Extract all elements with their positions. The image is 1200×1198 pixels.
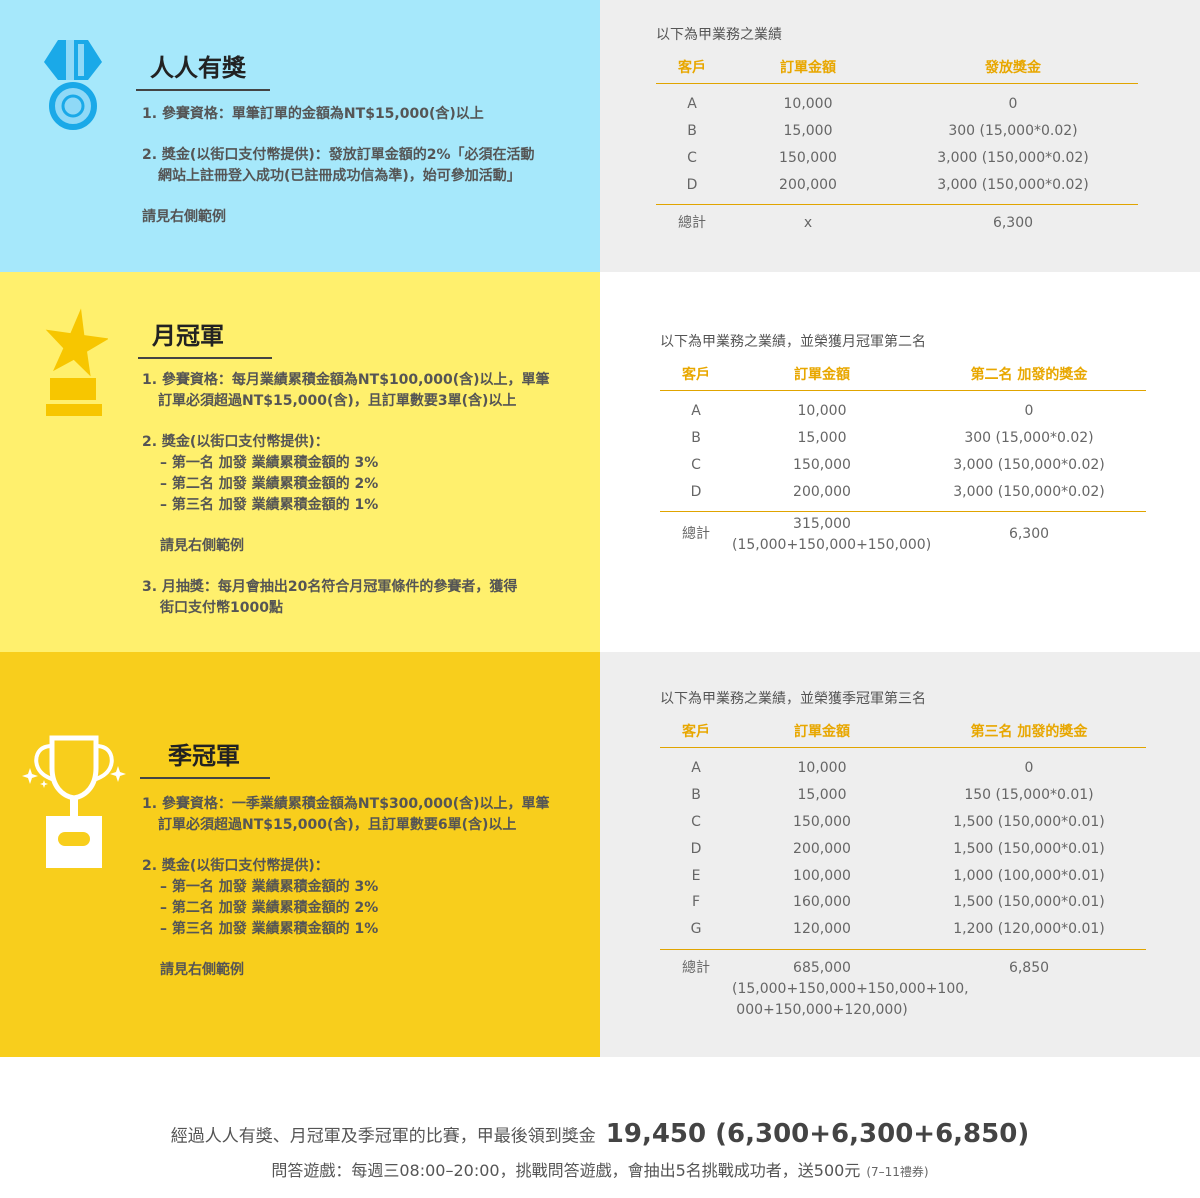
table-row: B 15,000 150 (15,000*0.01): [691, 787, 1094, 804]
summary-footer: 經過人人有獎、月冠軍及季冠軍的比賽，甲最後領到獎金 19,450 (6,300+6…: [0, 1057, 1200, 1198]
rule-lottery: 3. 月抽獎：每月會抽出20名符合月冠軍條件的參賽者，獲得 街口支付幣1000點: [142, 579, 518, 616]
col-header-bonus: 第三名 加發的獎金: [970, 724, 1088, 740]
col-header-amount: 訂單金額: [780, 60, 836, 76]
col-header-customer: 客戶: [678, 60, 706, 76]
rule-bonus: 2. 獎金(以街口支付幣提供)： – 第一名 加發 業績累積金額的 3% – 第…: [142, 434, 379, 513]
table-body: A 10,000 0 B 15,000 300 (15,000*0.02) C 150,0…: [656, 84, 1138, 206]
table-row: A 10,000 0: [687, 96, 1018, 113]
table-body: A 10,000 0 B 15,000 300 (15,000*0.02) C 150,0…: [660, 391, 1146, 513]
section-everyone-wins: 人人有獎 1. 參賽資格：單筆訂單的金額為NT$15,000(含)以上 2. 獎…: [0, 0, 1200, 272]
summary-amount: 19,450 (6,300+6,300+6,850): [605, 1119, 1030, 1149]
rule-eligibility: 1. 參賽資格：一季業績累積金額為NT$300,000(含)以上，單筆 訂單必須…: [142, 796, 550, 833]
summary-line: 經過人人有獎、月冠軍及季冠軍的比賽，甲最後領到獎金 19,450 (6,300+6…: [0, 1119, 1200, 1149]
section-season-champion-rules-panel: 季冠軍 1. 參賽資格：一季業績累積金額為NT$300,000(含)以上，單筆 …: [0, 652, 600, 1057]
table-total-row: 總計 x 6,300: [678, 215, 1034, 232]
col-header-amount: 訂單金額: [794, 724, 850, 740]
table-body: A 10,000 0 B 15,000 150 (15,000*0.01) C 150,0…: [660, 748, 1146, 950]
section-title: 月冠軍: [138, 316, 272, 359]
section-monthly-champion-rules-panel: 月冠軍 1. 參賽資格：每月業績累積金額為NT$100,000(含)以上，單筆 …: [0, 272, 600, 652]
table-row: F 160,000 1,500 (150,000*0.01): [691, 894, 1105, 911]
table-total-row: 總計 685,000 (15,000+150,000+150,000+100, …: [682, 959, 1050, 1018]
table-row: B 15,000 300 (15,000*0.02): [691, 430, 1094, 447]
table-row: B 15,000 300 (15,000*0.02): [687, 123, 1078, 140]
section-season-champion-example-panel: 以下為甲業務之業績，並榮獲季冠軍第三名 客戶 訂單金額 第三名 加發的獎金 A1…: [600, 652, 1200, 1057]
col-header-amount: 訂單金額: [794, 367, 850, 383]
table-row: G 120,000 1,200 (120,000*0.01): [690, 921, 1105, 938]
table-total-row: 總計 315,000 (15,000+150,000+150,000) 6,30…: [682, 516, 1050, 554]
col-header-customer: 客戶: [682, 724, 710, 740]
medal-icon: [44, 40, 102, 130]
rule-eligibility: 1. 參賽資格：每月業績累積金額為NT$100,000(含)以上，單筆 訂單必須…: [142, 372, 550, 409]
rule-bonus: 2. 獎金(以街口支付幣提供)： – 第一名 加發 業績累積金額的 3% – 第…: [142, 858, 379, 937]
rules-text: 1. 參賽資格：一季業績累積金額為NT$300,000(含)以上，單筆 訂單必須…: [142, 794, 550, 981]
table-row: D 200,000 3,000 (150,000*0.02): [690, 483, 1105, 500]
quiz-text: 問答遊戲：每週三08:00–20:00，挑戰問答遊戲，會抽出5名挑戰成功者，送5…: [271, 1161, 861, 1180]
table-row: A 10,000 0: [691, 760, 1034, 777]
see-example-note: 請見右側範例: [160, 962, 244, 978]
table-caption: 以下為甲業務之業績，並榮獲月冠軍第二名: [660, 334, 926, 350]
table-caption: 以下為甲業務之業績: [656, 27, 782, 43]
section-title: 人人有獎: [136, 48, 270, 91]
rules-text: 1. 參賽資格：每月業績累積金額為NT$100,000(含)以上，單筆 訂單必須…: [142, 370, 550, 619]
table-row: E 100,000 1,000 (100,000*0.01): [691, 867, 1105, 884]
summary-text: 經過人人有獎、月冠軍及季冠軍的比賽，甲最後領到獎金: [170, 1126, 596, 1147]
section-everyone-wins-rules-panel: 人人有獎 1. 參賽資格：單筆訂單的金額為NT$15,000(含)以上 2. 獎…: [0, 0, 600, 272]
section-season-champion: 季冠軍 1. 參賽資格：一季業績累積金額為NT$300,000(含)以上，單筆 …: [0, 652, 1200, 1057]
table-row: C 150,000 1,500 (150,000*0.01): [691, 813, 1105, 830]
section-monthly-champion: 月冠軍 1. 參賽資格：每月業績累積金額為NT$100,000(含)以上，單筆 …: [0, 272, 1200, 652]
table-row: D 200,000 1,500 (150,000*0.01): [690, 840, 1105, 857]
table-row: C 150,000 3,000 (150,000*0.02): [687, 149, 1089, 166]
rules-text: 1. 參賽資格：單筆訂單的金額為NT$15,000(含)以上 2. 獎金(以街口…: [142, 104, 535, 228]
rule-eligibility: 1. 參賽資格：單筆訂單的金額為NT$15,000(含)以上: [142, 106, 484, 122]
col-header-bonus: 第二名 加發的獎金: [970, 367, 1088, 383]
table-header: 客戶 訂單金額 發放獎金: [656, 57, 1138, 84]
quiz-line: 問答遊戲：每週三08:00–20:00，挑戰問答遊戲，會抽出5名挑戰成功者，送5…: [0, 1157, 1200, 1181]
table-header: 客戶 訂單金額 第二名 加發的獎金: [660, 364, 1146, 391]
col-header-customer: 客戶: [682, 367, 710, 383]
table-caption: 以下為甲業務之業績，並榮獲季冠軍第三名: [660, 691, 926, 707]
table-row: A 10,000 0: [691, 403, 1034, 420]
table-header: 客戶 訂單金額 第三名 加發的獎金: [660, 721, 1146, 748]
table-row: D 200,000 3,000 (150,000*0.02): [686, 176, 1089, 193]
example-table: 以下為甲業務之業績 客戶 訂單金額 發放獎金 A 10,000 0 B 15,000 3…: [656, 24, 1138, 234]
section-everyone-wins-example-panel: 以下為甲業務之業績 客戶 訂單金額 發放獎金 A 10,000 0 B 15,000 3…: [600, 0, 1200, 272]
see-example-note: 請見右側範例: [142, 209, 226, 225]
rule-bonus: 2. 獎金(以街口支付幣提供)：發放訂單金額的2%「必須在活動 網站上註冊登入成…: [142, 147, 535, 184]
quiz-note: (7–11禮券): [866, 1165, 929, 1179]
example-table: 以下為甲業務之業績，並榮獲季冠軍第三名 客戶 訂單金額 第三名 加發的獎金 A1…: [660, 688, 1146, 1021]
table-row: C 150,000 3,000 (150,000*0.02): [691, 456, 1105, 473]
star-trophy-icon: [45, 308, 108, 416]
example-table: 以下為甲業務之業績，並榮獲月冠軍第二名 客戶 訂單金額 第二名 加發的獎金 A1…: [660, 331, 1146, 556]
col-header-bonus: 發放獎金: [985, 60, 1041, 76]
section-monthly-champion-example-panel: 以下為甲業務之業績，並榮獲月冠軍第二名 客戶 訂單金額 第二名 加發的獎金 A1…: [600, 272, 1200, 652]
see-example-note: 請見右側範例: [160, 538, 244, 554]
cup-trophy-icon: [22, 735, 126, 868]
section-title: 季冠軍: [140, 736, 270, 779]
